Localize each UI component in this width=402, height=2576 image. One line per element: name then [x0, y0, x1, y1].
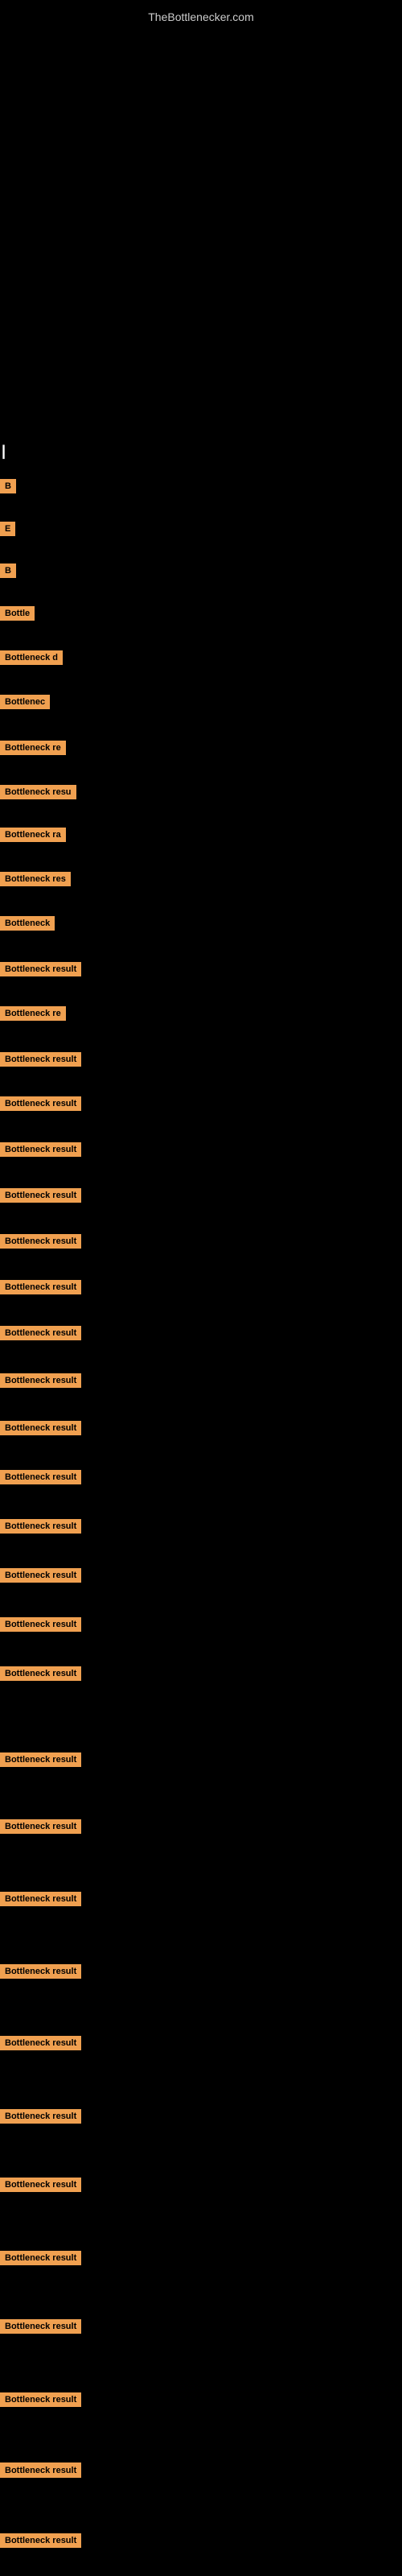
bottleneck-result-label: Bottleneck result — [0, 2109, 81, 2124]
bottleneck-result-label: Bottleneck result — [0, 2036, 81, 2050]
bottleneck-result-label: Bottleneck — [0, 916, 55, 931]
bottleneck-result-label: Bottleneck result — [0, 1519, 81, 1534]
bottleneck-result-label: Bottleneck result — [0, 1421, 81, 1435]
bottleneck-result-label: Bottleneck result — [0, 2319, 81, 2334]
bottleneck-result-label: Bottleneck result — [0, 1617, 81, 1632]
bottleneck-result-label: B — [0, 564, 16, 578]
bottleneck-result-label: B — [0, 479, 16, 493]
bottleneck-result-label: Bottleneck result — [0, 2178, 81, 2192]
bottleneck-result-label: Bottleneck resu — [0, 785, 76, 799]
bottleneck-result-label: Bottleneck result — [0, 1234, 81, 1249]
bottleneck-result-label: Bottleneck d — [0, 650, 63, 665]
bottleneck-result-label: Bottleneck result — [0, 1666, 81, 1681]
bottleneck-result-label: Bottleneck result — [0, 2251, 81, 2265]
bottleneck-result-label: Bottleneck res — [0, 872, 71, 886]
bottleneck-result-label: Bottleneck re — [0, 1006, 66, 1021]
bottleneck-result-label: Bottleneck re — [0, 741, 66, 755]
bottleneck-result-label: Bottleneck result — [0, 1188, 81, 1203]
bottleneck-result-label: Bottleneck result — [0, 1892, 81, 1906]
bottleneck-result-label: E — [0, 522, 15, 536]
bottleneck-result-label: Bottleneck result — [0, 1142, 81, 1157]
bottleneck-result-label: Bottleneck result — [0, 1326, 81, 1340]
bottleneck-result-label: Bottleneck result — [0, 1470, 81, 1484]
bottleneck-result-label: Bottleneck result — [0, 1373, 81, 1388]
cursor-indicator: | — [2, 443, 6, 460]
bottleneck-result-label: Bottleneck result — [0, 1568, 81, 1583]
bottleneck-result-label: Bottleneck result — [0, 1096, 81, 1111]
bottleneck-result-label: Bottleneck result — [0, 1964, 81, 1979]
site-title: TheBottlenecker.com — [0, 4, 402, 30]
bottleneck-result-label: Bottleneck result — [0, 2533, 81, 2548]
bottleneck-result-label: Bottle — [0, 606, 35, 621]
bottleneck-result-label: Bottleneck result — [0, 962, 81, 976]
bottleneck-result-label: Bottleneck result — [0, 1752, 81, 1767]
bottleneck-result-label: Bottleneck result — [0, 2463, 81, 2478]
bottleneck-result-label: Bottleneck result — [0, 1052, 81, 1067]
bottleneck-result-label: Bottlenec — [0, 695, 50, 709]
bottleneck-result-label: Bottleneck result — [0, 1819, 81, 1834]
bottleneck-result-label: Bottleneck result — [0, 2392, 81, 2407]
bottleneck-result-label: Bottleneck ra — [0, 828, 66, 842]
bottleneck-result-label: Bottleneck result — [0, 1280, 81, 1294]
